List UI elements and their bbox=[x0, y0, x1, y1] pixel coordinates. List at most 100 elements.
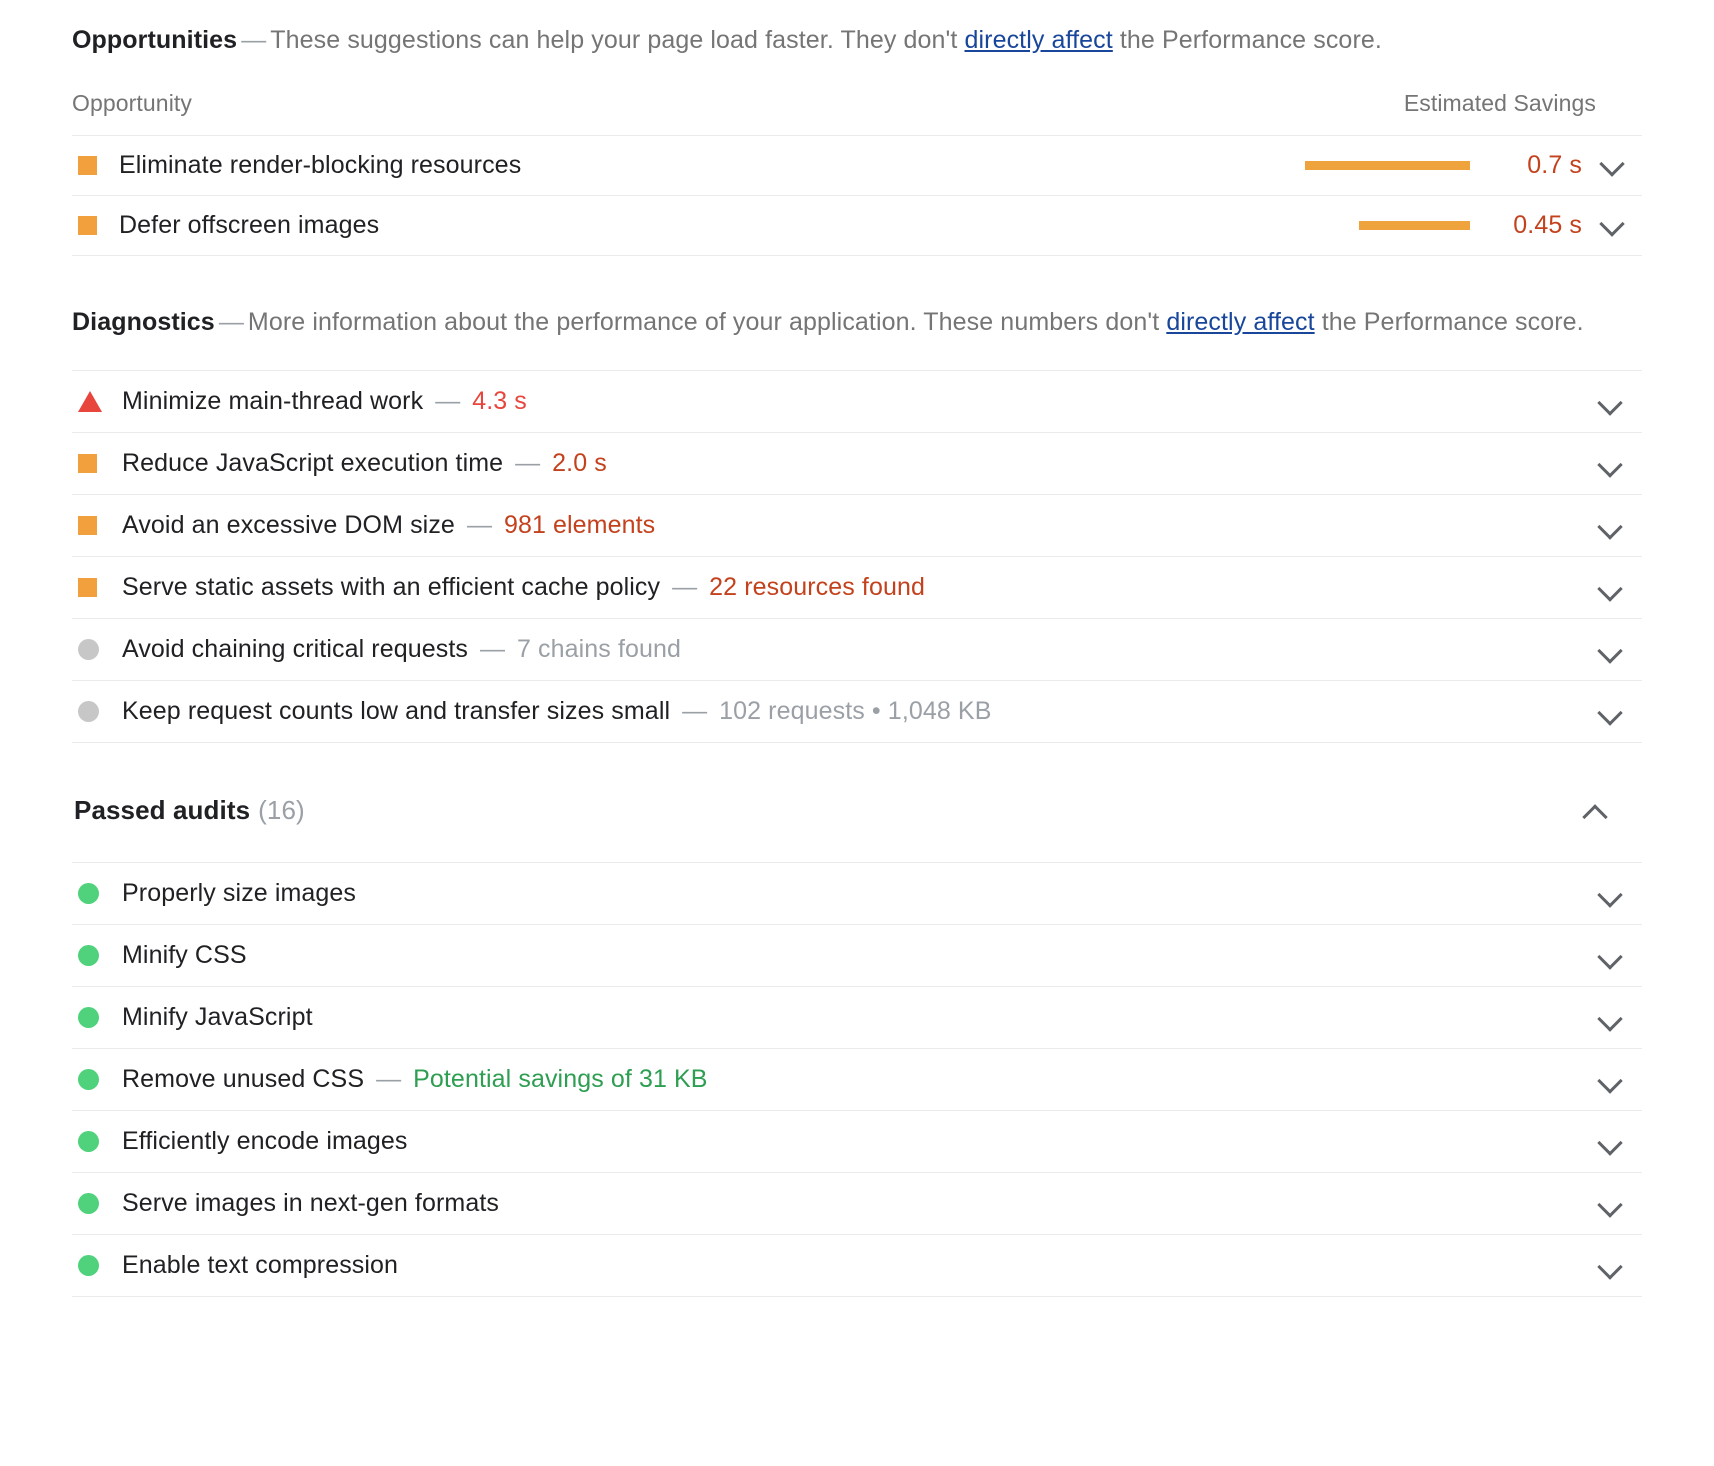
list-item[interactable]: Minimize main-thread work — 4.3 s bbox=[72, 371, 1642, 433]
icon-slot bbox=[78, 1131, 122, 1152]
audit-separator: — bbox=[670, 697, 719, 726]
opportunity-savings-cell: 0.7 s bbox=[838, 136, 1642, 196]
chevron-down-icon[interactable] bbox=[1597, 513, 1623, 539]
opportunities-description-before: These suggestions can help your page loa… bbox=[270, 26, 957, 54]
expand-cell[interactable] bbox=[1582, 210, 1642, 241]
expand-cell[interactable] bbox=[1582, 150, 1642, 181]
chevron-down-icon[interactable] bbox=[1599, 210, 1625, 236]
chevron-down-icon[interactable] bbox=[1597, 1253, 1623, 1279]
expand-cell[interactable] bbox=[1578, 699, 1642, 725]
chevron-down-icon[interactable] bbox=[1599, 150, 1625, 176]
opportunities-table-body: Eliminate render-blocking resources 0.7 … bbox=[72, 136, 1642, 256]
audit-main: Remove unused CSS — Potential savings of… bbox=[122, 1065, 1578, 1094]
list-item[interactable]: Keep request counts low and transfer siz… bbox=[72, 681, 1642, 743]
list-item[interactable]: Reduce JavaScript execution time — 2.0 s bbox=[72, 433, 1642, 495]
diagnostics-directly-affect-link[interactable]: directly affect bbox=[1166, 308, 1314, 336]
expand-cell[interactable] bbox=[1578, 1129, 1642, 1155]
diagnostics-dash: — bbox=[215, 308, 248, 336]
audit-main: Avoid chaining critical requests — 7 cha… bbox=[122, 635, 1578, 664]
diagnostics-list: Minimize main-thread work — 4.3 s Reduce… bbox=[72, 370, 1642, 743]
savings-bar-track bbox=[1170, 221, 1470, 230]
table-row[interactable]: Eliminate render-blocking resources 0.7 … bbox=[72, 136, 1642, 196]
chevron-down-icon[interactable] bbox=[1597, 1067, 1623, 1093]
audit-main: Properly size images bbox=[122, 879, 1578, 908]
chevron-down-icon[interactable] bbox=[1597, 943, 1623, 969]
list-item[interactable]: Remove unused CSS — Potential savings of… bbox=[72, 1049, 1642, 1111]
opportunities-directly-affect-link[interactable]: directly affect bbox=[965, 26, 1113, 54]
expand-cell[interactable] bbox=[1578, 1191, 1642, 1217]
audit-title: Avoid an excessive DOM size bbox=[122, 511, 455, 540]
column-header-estimated-savings: Estimated Savings bbox=[838, 90, 1642, 136]
chevron-down-icon[interactable] bbox=[1597, 575, 1623, 601]
expand-cell[interactable] bbox=[1578, 637, 1642, 663]
icon-slot bbox=[78, 454, 122, 473]
audit-title: Minify JavaScript bbox=[122, 1003, 313, 1032]
icon-slot bbox=[78, 945, 122, 966]
audit-subtitle: 102 requests • 1,048 KB bbox=[719, 697, 991, 726]
expand-cell[interactable] bbox=[1578, 1005, 1642, 1031]
list-item[interactable]: Avoid chaining critical requests — 7 cha… bbox=[72, 619, 1642, 681]
list-item[interactable]: Serve images in next-gen formats bbox=[72, 1173, 1642, 1235]
expand-cell[interactable] bbox=[1578, 1253, 1642, 1279]
square-warning-icon bbox=[78, 578, 97, 597]
diagnostics-intro: Diagnostics—More information about the p… bbox=[72, 282, 1642, 344]
audit-title: Reduce JavaScript execution time bbox=[122, 449, 503, 478]
circle-info-icon bbox=[78, 639, 99, 660]
chevron-down-icon[interactable] bbox=[1597, 1191, 1623, 1217]
icon-slot bbox=[78, 1193, 122, 1214]
audit-title: Properly size images bbox=[122, 879, 356, 908]
list-item[interactable]: Enable text compression bbox=[72, 1235, 1642, 1297]
opportunity-title-cell: Eliminate render-blocking resources bbox=[72, 136, 838, 196]
expand-cell[interactable] bbox=[1578, 389, 1642, 415]
passed-audits-title-wrap: Passed audits(16) bbox=[74, 795, 305, 826]
chevron-down-icon[interactable] bbox=[1597, 451, 1623, 477]
savings-value: 0.45 s bbox=[1484, 211, 1582, 240]
icon-slot bbox=[78, 1255, 122, 1276]
list-item[interactable]: Minify CSS bbox=[72, 925, 1642, 987]
icon-slot bbox=[78, 1007, 122, 1028]
expand-cell[interactable] bbox=[1578, 1067, 1642, 1093]
audit-title: Avoid chaining critical requests bbox=[122, 635, 468, 664]
audit-subtitle: Potential savings of 31 KB bbox=[413, 1065, 707, 1094]
icon-slot bbox=[78, 883, 122, 904]
list-item[interactable]: Minify JavaScript bbox=[72, 987, 1642, 1049]
audit-separator: — bbox=[660, 573, 709, 602]
audit-title: Minimize main-thread work bbox=[122, 387, 423, 416]
chevron-down-icon[interactable] bbox=[1597, 699, 1623, 725]
audit-main: Keep request counts low and transfer siz… bbox=[122, 697, 1578, 726]
list-item[interactable]: Avoid an excessive DOM size — 981 elemen… bbox=[72, 495, 1642, 557]
audit-title: Minify CSS bbox=[122, 941, 247, 970]
audit-main: Avoid an excessive DOM size — 981 elemen… bbox=[122, 511, 1578, 540]
table-row[interactable]: Defer offscreen images 0.45 s bbox=[72, 196, 1642, 256]
expand-cell[interactable] bbox=[1578, 575, 1642, 601]
audit-separator: — bbox=[455, 511, 504, 540]
passed-audits-header[interactable]: Passed audits(16) bbox=[72, 795, 1642, 826]
expand-cell[interactable] bbox=[1578, 881, 1642, 907]
chevron-up-icon[interactable] bbox=[1582, 798, 1608, 824]
expand-cell[interactable] bbox=[1578, 513, 1642, 539]
square-warning-icon bbox=[78, 156, 97, 175]
audit-main: Minify CSS bbox=[122, 941, 1578, 970]
list-item[interactable]: Properly size images bbox=[72, 863, 1642, 925]
list-item[interactable]: Efficiently encode images bbox=[72, 1111, 1642, 1173]
circle-pass-icon bbox=[78, 1069, 99, 1090]
expand-cell[interactable] bbox=[1578, 943, 1642, 969]
list-item[interactable]: Serve static assets with an efficient ca… bbox=[72, 557, 1642, 619]
chevron-down-icon[interactable] bbox=[1597, 1129, 1623, 1155]
circle-info-icon bbox=[78, 701, 99, 722]
diagnostics-description-before: More information about the performance o… bbox=[248, 308, 1159, 336]
passed-audits-title: Passed audits bbox=[74, 795, 250, 825]
circle-pass-icon bbox=[78, 945, 99, 966]
chevron-down-icon[interactable] bbox=[1597, 637, 1623, 663]
savings-bar-fill bbox=[1359, 221, 1470, 230]
audit-separator: — bbox=[503, 449, 552, 478]
chevron-down-icon[interactable] bbox=[1597, 881, 1623, 907]
audit-subtitle: 2.0 s bbox=[552, 449, 607, 478]
audit-main: Efficiently encode images bbox=[122, 1127, 1578, 1156]
circle-pass-icon bbox=[78, 883, 99, 904]
expand-cell[interactable] bbox=[1578, 451, 1642, 477]
audit-separator: — bbox=[364, 1065, 413, 1094]
passed-audits-count: (16) bbox=[250, 795, 305, 825]
chevron-down-icon[interactable] bbox=[1597, 389, 1623, 415]
chevron-down-icon[interactable] bbox=[1597, 1005, 1623, 1031]
